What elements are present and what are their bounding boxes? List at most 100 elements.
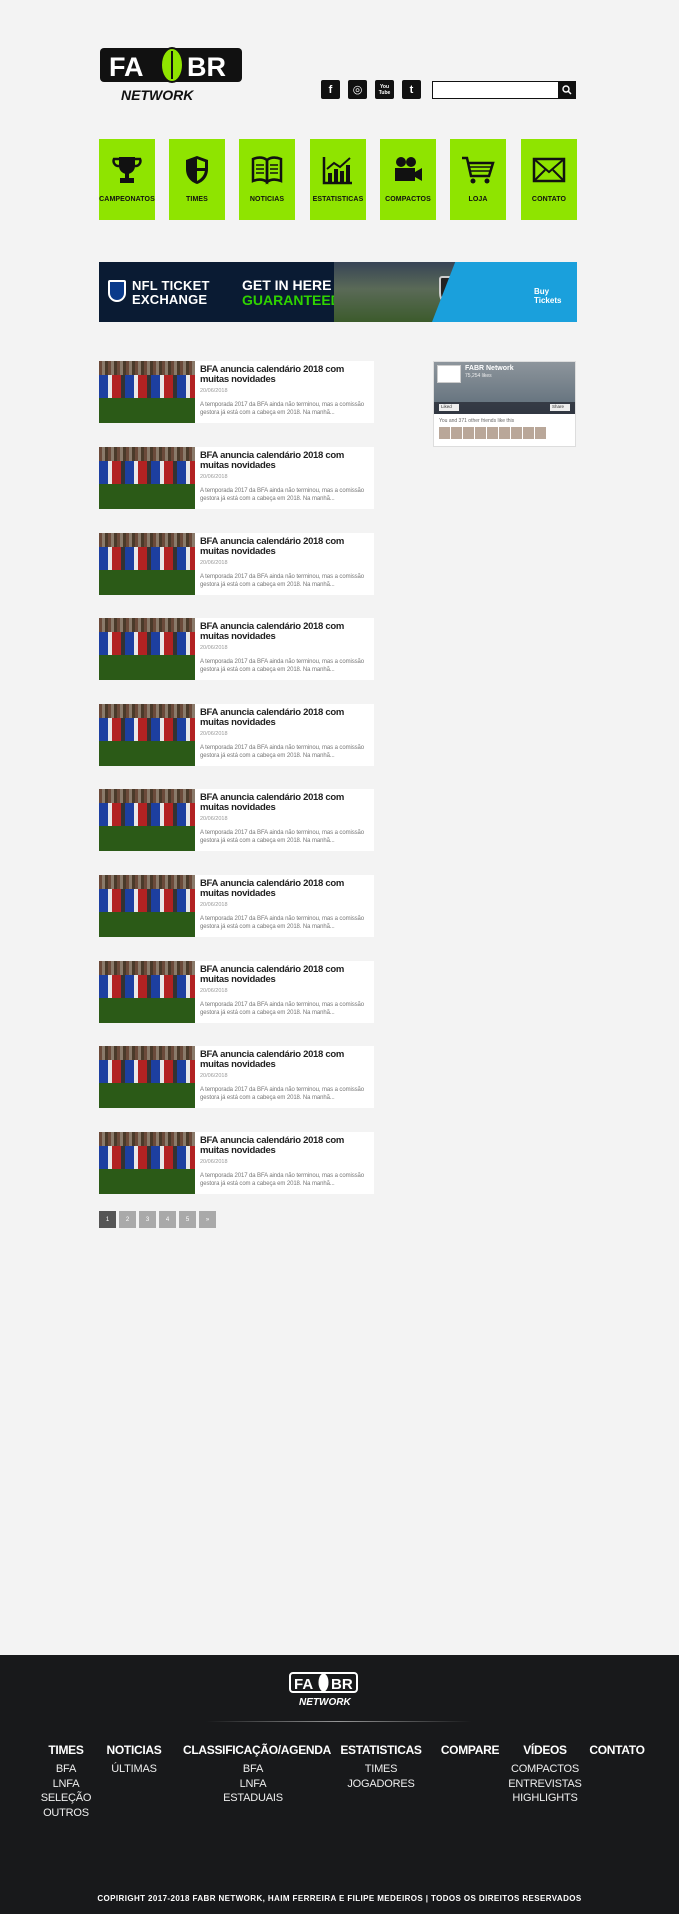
avatar[interactable] bbox=[523, 427, 534, 439]
article-card[interactable]: BFA anuncia calendário 2018 com muitas n… bbox=[99, 961, 374, 1023]
article-date: 20/06/2018 bbox=[200, 816, 228, 822]
article-title[interactable]: BFA anuncia calendário 2018 com muitas n… bbox=[200, 708, 372, 728]
footer-heading[interactable]: CLASSIFICAÇÃO/AGENDA bbox=[183, 1743, 331, 1757]
article-title[interactable]: BFA anuncia calendário 2018 com muitas n… bbox=[200, 622, 372, 642]
next-page-button[interactable]: » bbox=[199, 1211, 216, 1228]
search-button[interactable] bbox=[558, 81, 576, 99]
article-title[interactable]: BFA anuncia calendário 2018 com muitas n… bbox=[200, 1050, 372, 1070]
footer-link[interactable]: JOGADORES bbox=[311, 1777, 451, 1792]
page-button[interactable]: 1 bbox=[99, 1211, 116, 1228]
avatar[interactable] bbox=[451, 427, 462, 439]
article-card[interactable]: BFA anuncia calendário 2018 com muitas n… bbox=[99, 875, 374, 937]
footer-heading[interactable]: CONTATO bbox=[547, 1743, 679, 1757]
article-thumbnail[interactable] bbox=[99, 875, 195, 937]
article-thumbnail[interactable] bbox=[99, 447, 195, 509]
avatar[interactable] bbox=[511, 427, 522, 439]
tile-noticias[interactable]: NOTICIAS bbox=[239, 139, 295, 220]
facebook-page-widget[interactable]: FABR Network 75,254 likes Liked Share Yo… bbox=[433, 361, 576, 447]
search-icon bbox=[562, 85, 572, 95]
fb-page-name[interactable]: FABR Network bbox=[465, 365, 514, 372]
article-card[interactable]: BFA anuncia calendário 2018 com muitas n… bbox=[99, 618, 374, 680]
footer-link[interactable]: OUTROS bbox=[0, 1806, 136, 1821]
search-input[interactable] bbox=[433, 84, 559, 101]
article-excerpt: A temporada 2017 da BFA ainda não termin… bbox=[200, 488, 364, 502]
article-thumbnail[interactable] bbox=[99, 361, 195, 423]
footer-link[interactable]: LNFA bbox=[0, 1777, 136, 1792]
tile-label: CAMPEONATOS bbox=[99, 196, 155, 203]
page-button[interactable]: 5 bbox=[179, 1211, 196, 1228]
article-title[interactable]: BFA anuncia calendário 2018 com muitas n… bbox=[200, 793, 372, 813]
fb-share-button[interactable]: Share bbox=[550, 404, 570, 411]
page-button[interactable]: 3 bbox=[139, 1211, 156, 1228]
article-card[interactable]: BFA anuncia calendário 2018 com muitas n… bbox=[99, 447, 374, 509]
tile-estatisticas[interactable]: ESTATISTICAS bbox=[310, 139, 366, 220]
avatar[interactable] bbox=[535, 427, 546, 439]
footer-link[interactable]: COMPACTOS bbox=[475, 1762, 615, 1777]
article-thumbnail[interactable] bbox=[99, 618, 195, 680]
article-date: 20/06/2018 bbox=[200, 902, 228, 908]
footer-link[interactable]: ENTREVISTAS bbox=[475, 1777, 615, 1792]
social-links: f ◎ You Tube t bbox=[321, 80, 421, 99]
footer-link[interactable]: ESTADUAIS bbox=[183, 1791, 323, 1806]
page-button[interactable]: 2 bbox=[119, 1211, 136, 1228]
article-thumbnail[interactable] bbox=[99, 704, 195, 766]
tile-label: TIMES bbox=[186, 196, 208, 203]
tile-loja[interactable]: LOJA bbox=[450, 139, 506, 220]
article-thumbnail[interactable] bbox=[99, 533, 195, 595]
avatar[interactable] bbox=[487, 427, 498, 439]
article-excerpt: A temporada 2017 da BFA ainda não termin… bbox=[200, 1173, 364, 1187]
avatar[interactable] bbox=[499, 427, 510, 439]
tile-compactos[interactable]: COMPACTOS bbox=[380, 139, 436, 220]
twitter-icon[interactable]: t bbox=[402, 80, 421, 99]
footer: FA BR NETWORK TIMES BFA LNFA SELEÇÃO OUTROS N… bbox=[0, 1655, 679, 1914]
tile-campeonatos[interactable]: CAMPEONATOS bbox=[99, 139, 155, 220]
fb-like-count: 75,254 likes bbox=[465, 373, 492, 379]
footer-link[interactable]: SELEÇÃO bbox=[0, 1791, 136, 1806]
article-title[interactable]: BFA anuncia calendário 2018 com muitas n… bbox=[200, 879, 372, 899]
banner-cta: GET IN HERE GUARANTEED bbox=[242, 277, 341, 308]
footer-link[interactable]: LNFA bbox=[183, 1777, 323, 1792]
avatar[interactable] bbox=[439, 427, 450, 439]
footer-link[interactable]: TIMES bbox=[311, 1762, 451, 1777]
nfl-ticket-banner[interactable]: NFL TICKET EXCHANGE GET IN HERE GUARANTEED… bbox=[99, 262, 577, 322]
logo-text-br: BR bbox=[187, 52, 226, 82]
tile-contato[interactable]: CONTATO bbox=[521, 139, 577, 220]
facebook-icon[interactable]: f bbox=[321, 80, 340, 99]
article-title[interactable]: BFA anuncia calendário 2018 com muitas n… bbox=[200, 965, 372, 985]
article-thumbnail[interactable] bbox=[99, 961, 195, 1023]
footer-divider bbox=[206, 1721, 472, 1722]
footer-column: CONTATO bbox=[547, 1743, 679, 1762]
article-excerpt: A temporada 2017 da BFA ainda não termin… bbox=[200, 574, 364, 588]
avatar[interactable] bbox=[463, 427, 474, 439]
article-title[interactable]: BFA anuncia calendário 2018 com muitas n… bbox=[200, 1136, 372, 1156]
fb-like-button[interactable]: Liked bbox=[439, 404, 459, 411]
chart-icon bbox=[322, 157, 352, 185]
article-card[interactable]: BFA anuncia calendário 2018 com muitas n… bbox=[99, 789, 374, 851]
article-title[interactable]: BFA anuncia calendário 2018 com muitas n… bbox=[200, 451, 372, 471]
logo-text-network: NETWORK bbox=[121, 87, 194, 102]
article-excerpt: A temporada 2017 da BFA ainda não termin… bbox=[200, 745, 364, 759]
youtube-icon[interactable]: You Tube bbox=[375, 80, 394, 99]
tile-label: LOJA bbox=[468, 196, 488, 203]
article-card[interactable]: BFA anuncia calendário 2018 com muitas n… bbox=[99, 361, 374, 423]
footer-logo[interactable]: FA BR NETWORK bbox=[289, 1672, 358, 1708]
article-thumbnail[interactable] bbox=[99, 789, 195, 851]
footer-link[interactable]: HIGHLIGHTS bbox=[475, 1791, 615, 1806]
copyright: COPIRIGHT 2017-2018 FABR NETWORK, HAIM F… bbox=[97, 1894, 582, 1903]
article-thumbnail[interactable] bbox=[99, 1132, 195, 1194]
page-button[interactable]: 4 bbox=[159, 1211, 176, 1228]
fabr-network-logo[interactable]: FA BR NETWORK bbox=[99, 46, 243, 102]
article-thumbnail[interactable] bbox=[99, 1046, 195, 1108]
article-card[interactable]: BFA anuncia calendário 2018 com muitas n… bbox=[99, 1132, 374, 1194]
tile-times[interactable]: TIMES bbox=[169, 139, 225, 220]
article-title[interactable]: BFA anuncia calendário 2018 com muitas n… bbox=[200, 537, 372, 557]
article-card[interactable]: BFA anuncia calendário 2018 com muitas n… bbox=[99, 704, 374, 766]
article-card[interactable]: BFA anuncia calendário 2018 com muitas n… bbox=[99, 533, 374, 595]
article-title[interactable]: BFA anuncia calendário 2018 com muitas n… bbox=[200, 365, 372, 385]
trophy-icon bbox=[112, 157, 142, 183]
article-card[interactable]: BFA anuncia calendário 2018 com muitas n… bbox=[99, 1046, 374, 1108]
instagram-icon[interactable]: ◎ bbox=[348, 80, 367, 99]
avatar[interactable] bbox=[475, 427, 486, 439]
footer-link[interactable]: BFA bbox=[183, 1762, 323, 1777]
tile-label: ESTATISTICAS bbox=[312, 196, 364, 203]
